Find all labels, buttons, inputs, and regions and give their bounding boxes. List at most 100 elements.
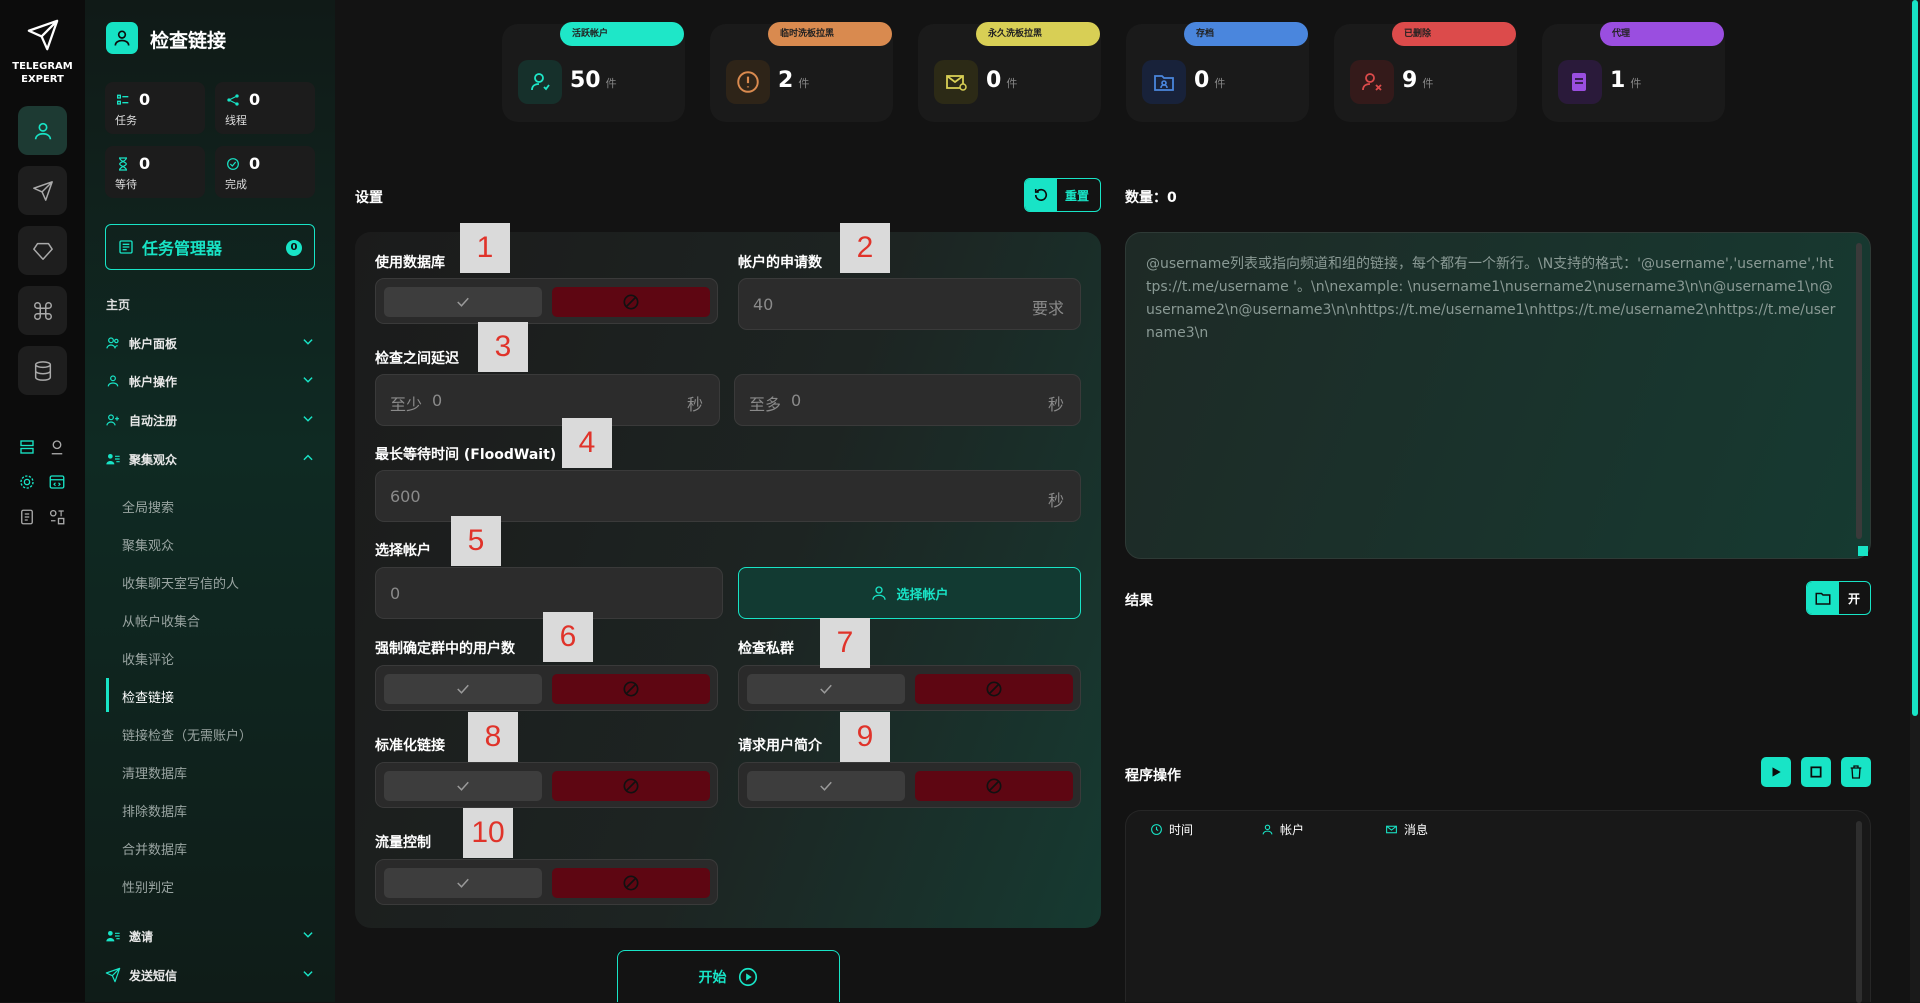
- nav-sub-item[interactable]: 排除数据库: [122, 801, 187, 820]
- resize-handle-icon[interactable]: [1858, 546, 1868, 556]
- toggle-on-button[interactable]: [747, 674, 905, 704]
- nav-group-label: 帐户操作: [129, 374, 178, 389]
- nav-sub-item[interactable]: 全局搜索: [122, 497, 174, 516]
- kpi-card-temp-ban[interactable]: 临时洗板拉黑 2件: [710, 22, 893, 122]
- stat-done-value: 0: [249, 154, 261, 173]
- nav-sub-item[interactable]: 聚集观众: [122, 535, 174, 554]
- toggle-off-button[interactable]: [915, 771, 1073, 801]
- toggle-on-button[interactable]: [747, 771, 905, 801]
- kpi-card-proxy[interactable]: 代理 1件: [1542, 22, 1725, 122]
- play-button[interactable]: [1761, 757, 1791, 787]
- toggle-off-button[interactable]: [915, 674, 1073, 704]
- server-icon[interactable]: [17, 437, 37, 457]
- select-account-button[interactable]: 选择帐户: [738, 567, 1081, 619]
- nav-section-home: 主页: [106, 298, 131, 312]
- stat-done-label: 完成: [225, 178, 247, 191]
- floodwait-input[interactable]: 600 秒: [375, 470, 1081, 522]
- col-account-header: 帐户: [1261, 821, 1304, 838]
- chevron-up-icon: [303, 454, 313, 461]
- chevron-down-icon: [303, 932, 313, 938]
- nav-group-auto-register[interactable]: 自动注册: [105, 409, 315, 431]
- annotation-marker-4: 4: [562, 418, 612, 468]
- page-scrollbar-thumb[interactable]: [1912, 0, 1918, 716]
- nav-sub-item[interactable]: 合并数据库: [122, 839, 187, 858]
- nav-sub-item[interactable]: 链接检查（无需账户）: [122, 725, 252, 744]
- count-label: 数量：0: [1125, 190, 1177, 206]
- rail-send-button[interactable]: [18, 166, 67, 215]
- nav-sub-item[interactable]: 性别判定: [122, 877, 174, 896]
- delay-min-input[interactable]: 至少 0 秒: [375, 374, 720, 426]
- kpi-tag: 代理: [1600, 22, 1724, 46]
- traffic-control-label: 流量控制: [375, 835, 431, 851]
- nav-sub-item-active[interactable]: 检查链接: [122, 687, 174, 706]
- nav-group-invite[interactable]: 邀请: [105, 925, 315, 947]
- paper-plane-icon: [32, 180, 53, 201]
- ban-icon: [623, 875, 639, 891]
- delay-max-prefix: 至多: [749, 395, 782, 414]
- nav-sub-item[interactable]: 收集聊天室写信的人: [122, 573, 239, 592]
- rail-accounts-button[interactable]: [18, 106, 67, 155]
- page-scrollbar-track[interactable]: [1910, 0, 1920, 1002]
- check-icon: [457, 684, 469, 694]
- links-textarea-placeholder: @username列表或指向频道和组的链接，每个都有一个新行。\N支持的格式：'…: [1146, 256, 1836, 341]
- textarea-scrollbar[interactable]: [1856, 243, 1862, 539]
- settings-gear-icon[interactable]: [17, 472, 37, 492]
- toggle-off-button[interactable]: [552, 674, 710, 704]
- active-indicator: [106, 678, 109, 712]
- toggle-on-button[interactable]: [384, 287, 542, 317]
- kpi-card-active[interactable]: 活跃帐户 50 件: [502, 22, 685, 122]
- nav-group-accounts-panel[interactable]: 帐户面板: [105, 332, 315, 354]
- chevron-down-icon: [303, 416, 313, 422]
- stat-threads: 0 线程: [215, 82, 315, 134]
- log-table: 时间 帐户 消息: [1125, 810, 1871, 1003]
- user-icon: [872, 586, 887, 600]
- nav-sub-item[interactable]: 清理数据库: [122, 763, 187, 782]
- rail-diamond-button[interactable]: [18, 226, 67, 275]
- shapes-icon[interactable]: [47, 507, 67, 527]
- delete-button[interactable]: [1841, 757, 1871, 787]
- nav-group-account-ops[interactable]: 帐户操作: [105, 370, 315, 392]
- kpi-card-archive[interactable]: 存档 0件: [1126, 22, 1309, 122]
- log-scrollbar[interactable]: [1856, 821, 1862, 1003]
- toggle-on-button[interactable]: [384, 868, 542, 898]
- reset-button[interactable]: 重置: [1024, 178, 1101, 212]
- kpi-value: 0件: [986, 68, 1018, 93]
- results-label: 结果: [1125, 593, 1153, 609]
- task-manager-icon: [119, 240, 133, 254]
- start-button[interactable]: 开始: [617, 950, 840, 1002]
- nav-sub-item[interactable]: 从帐户收集合: [122, 611, 200, 630]
- open-folder-button[interactable]: 开: [1806, 581, 1871, 615]
- kpi-card-perm-ban[interactable]: 永久洗板拉黑 0件: [918, 22, 1101, 122]
- rail-command-button[interactable]: [18, 286, 67, 335]
- delay-max-input[interactable]: 至多 0 秒: [734, 374, 1081, 426]
- links-textarea[interactable]: @username列表或指向频道和组的链接，每个都有一个新行。\N支持的格式：'…: [1125, 232, 1871, 559]
- document-list-icon[interactable]: [17, 507, 37, 527]
- toggle-off-button[interactable]: [552, 868, 710, 898]
- delay-max-unit: 秒: [1047, 395, 1064, 414]
- stop-button[interactable]: [1801, 757, 1831, 787]
- toggle-on-button[interactable]: [384, 674, 542, 704]
- page-title-icon: [106, 22, 138, 54]
- check-circle-icon: [227, 158, 239, 170]
- nav-group-send-sms[interactable]: 发送短信: [105, 964, 315, 986]
- normalize-links-label: 标准化链接: [375, 738, 445, 754]
- toggle-on-button[interactable]: [384, 771, 542, 801]
- nav-group-audience[interactable]: 聚集观众: [105, 448, 315, 470]
- use-db-label: 使用数据库: [375, 255, 445, 271]
- task-manager-button[interactable]: 任务管理器 0: [105, 224, 315, 270]
- start-label: 开始: [698, 969, 727, 986]
- toggle-off-button[interactable]: [552, 771, 710, 801]
- rail-database-button[interactable]: [18, 346, 67, 395]
- kpi-tag: 临时洗板拉黑: [768, 22, 892, 46]
- user-icon: [34, 122, 51, 139]
- toggle-off-button[interactable]: [552, 287, 710, 317]
- nav-sub-item[interactable]: 收集评论: [122, 649, 174, 668]
- floodwait-value: 600: [390, 487, 421, 506]
- stop-icon: [1810, 766, 1822, 778]
- browser-code-icon[interactable]: [47, 472, 67, 492]
- nav-group-label: 自动注册: [129, 413, 178, 428]
- account-requests-input[interactable]: 40 要求: [738, 278, 1081, 330]
- location-user-icon[interactable]: [47, 437, 67, 457]
- kpi-card-deleted[interactable]: 已删除 9件: [1334, 22, 1517, 122]
- program-ops-label: 程序操作: [1125, 768, 1181, 784]
